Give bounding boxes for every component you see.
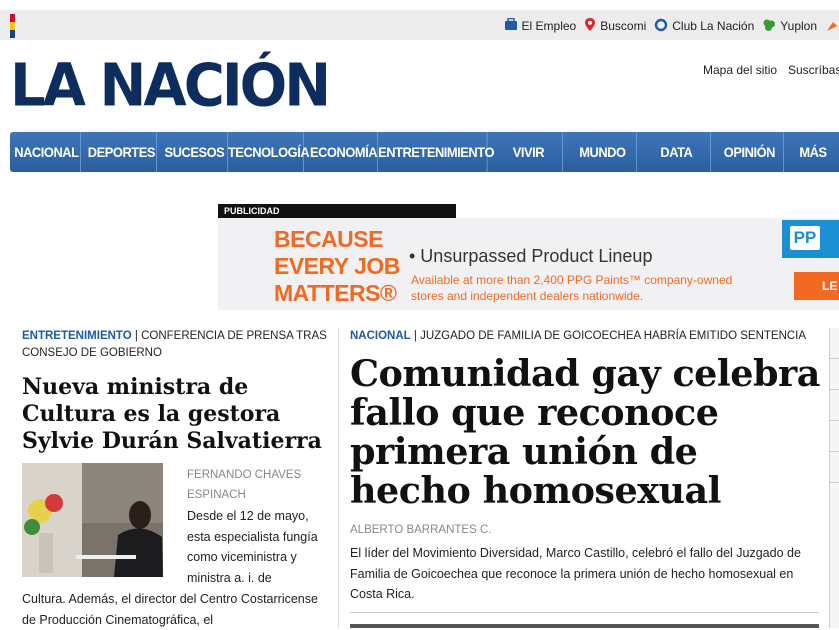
article-separator [350, 612, 819, 613]
column-divider [338, 328, 339, 628]
costa-rica-flag-icon [10, 14, 15, 38]
buscomi-link[interactable]: Buscomi [584, 17, 646, 35]
nav-nacional[interactable]: NACIONAL [13, 132, 81, 172]
main-article: NACIONAL | JUZGADO DE FAMILIA DE GOICOEC… [350, 328, 820, 510]
partner-links: El Empleo Buscomi Club La Nación Yuplon [496, 16, 839, 36]
right-sidebar-edge [829, 328, 839, 628]
nav-economia[interactable]: ECONOMÍA [310, 132, 379, 172]
next-article-image[interactable] [350, 624, 819, 628]
minister-photo[interactable] [22, 463, 163, 577]
left-body-continued: Cultura. Además, el director del Centro … [22, 592, 318, 627]
nav-deportes[interactable]: DEPORTES [87, 132, 157, 172]
left-author[interactable]: FERNANDO CHAVES ESPINACH [187, 465, 327, 505]
club-la-nacion-label: Club La Nación [672, 19, 755, 33]
nav-data[interactable]: DATA [642, 132, 711, 172]
el-empleo-label: El Empleo [521, 19, 577, 33]
ad-learn-button[interactable]: LE [794, 272, 839, 300]
ad-lineup-text: • Unsurpassed Product Lineup [409, 246, 653, 266]
ad-slogan: BECAUSE EVERY JOB MATTERS® [274, 226, 400, 307]
main-kicker-text: | JUZGADO DE FAMILIA DE GOICOECHEA HABRÍ… [410, 330, 807, 342]
club-ring-icon [654, 18, 668, 35]
main-author[interactable]: ALBERTO BARRANTES C. [350, 524, 491, 536]
nav-vivir[interactable]: VIVIR [495, 132, 563, 172]
la-nacion-logo[interactable]: LA NACIÓN [10, 54, 331, 118]
nav-sucesos[interactable]: SUCESOS [162, 132, 229, 172]
location-pin-icon [584, 17, 596, 35]
main-section-link[interactable]: NACIONAL [350, 330, 411, 342]
main-headline[interactable]: Comunidad gay celebra fallo que reconoce… [350, 354, 820, 510]
el-empleo-link[interactable]: El Empleo [504, 17, 577, 34]
club-la-nacion-link[interactable]: Club La Nación [654, 18, 754, 35]
nav-opinion[interactable]: OPINIÓN [716, 132, 784, 172]
main-kicker: NACIONAL | JUZGADO DE FAMILIA DE GOICOEC… [350, 328, 820, 345]
left-headline[interactable]: Nueva ministra de Cultura es la gestora … [22, 374, 328, 455]
ad-subtext-line1: Available at more than 2,400 PPG Paints™… [411, 273, 733, 287]
clover-icon [762, 18, 776, 35]
nav-tecnologia[interactable]: TECNOLOGÍA [228, 132, 310, 172]
nav-entretenimiento[interactable]: ENTRETENIMIENTO [378, 132, 495, 172]
ppg-banner-ad[interactable]: BECAUSE EVERY JOB MATTERS® • Unsurpassed… [218, 218, 839, 310]
yuplon-link[interactable]: Yuplon [762, 18, 817, 35]
subscribe-link[interactable]: Suscríbase [788, 63, 839, 77]
more-partners-icon[interactable] [825, 19, 839, 33]
left-section-link[interactable]: ENTRETENIMIENTO [22, 330, 132, 342]
nav-mundo[interactable]: MUNDO [569, 132, 637, 172]
nav-mas[interactable]: MÁS [789, 132, 837, 172]
yuplon-label: Yuplon [780, 19, 817, 33]
ad-slogan-line1: BECAUSE [274, 226, 383, 252]
left-body-text: Desde el 12 de mayo, esta especialista f… [187, 509, 318, 585]
left-article: ENTRETENIMIENTO | CONFERENCIA DE PRENSA … [22, 328, 328, 455]
ad-label: PUBLICIDAD [218, 204, 456, 218]
left-kicker: ENTRETENIMIENTO | CONFERENCIA DE PRENSA … [22, 328, 328, 362]
site-map-link[interactable]: Mapa del sitio [703, 63, 777, 77]
briefcase-icon [504, 17, 518, 34]
main-lead-text: El líder del Movimiento Diversidad, Marc… [350, 546, 801, 601]
ad-subtext: Available at more than 2,400 PPG Paints™… [411, 272, 732, 304]
ad-subtext-line2: stores and independent dealers nationwid… [411, 289, 644, 303]
ad-slogan-line2: EVERY JOB [274, 253, 400, 279]
buscomi-label: Buscomi [600, 19, 647, 33]
main-navigation: NACIONAL DEPORTES SUCESOS TECNOLOGÍA ECO… [10, 132, 839, 172]
ppg-logo: PP [790, 226, 820, 250]
ad-slogan-line3: MATTERS® [274, 280, 397, 306]
